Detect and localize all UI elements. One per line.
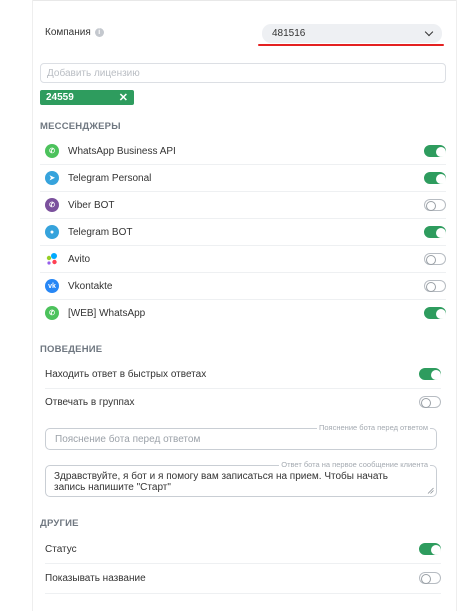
- divider: [40, 191, 446, 192]
- divider: [40, 218, 446, 219]
- divider: [45, 388, 441, 389]
- explanation-field[interactable]: Пояснение бота перед ответом Пояснение б…: [45, 423, 437, 450]
- messenger-toggle[interactable]: [424, 172, 446, 184]
- divider: [40, 272, 446, 273]
- panel-left-border: [32, 0, 33, 611]
- company-select-value: 481516: [272, 28, 306, 39]
- section-title-messengers: МЕССЕНДЖЕРЫ: [40, 121, 121, 132]
- whatsapp-icon: ✆: [45, 144, 59, 158]
- messenger-label: Telegram Personal: [68, 172, 152, 184]
- company-select[interactable]: 481516: [262, 24, 442, 43]
- messenger-row-telegram-bot: ● Telegram BOT: [40, 225, 446, 239]
- messenger-label: WhatsApp Business API: [68, 145, 176, 157]
- whatsapp-icon: ✆: [45, 306, 59, 320]
- vk-icon: vk: [45, 279, 59, 293]
- divider: [40, 245, 446, 246]
- reply-groups-toggle[interactable]: [419, 396, 441, 408]
- show-name-row: Показывать название: [45, 572, 441, 584]
- divider: [45, 593, 441, 594]
- messenger-row-web-whatsapp: ✆ [WEB] WhatsApp: [40, 306, 446, 320]
- close-icon[interactable]: ✕: [119, 91, 128, 104]
- panel-right-border: [456, 0, 457, 611]
- resize-handle-icon[interactable]: [427, 487, 434, 494]
- status-toggle[interactable]: [419, 543, 441, 555]
- messenger-row-avito: Avito: [40, 252, 446, 266]
- reply-groups-row: Отвечать в группах: [45, 396, 441, 408]
- messenger-row-whatsapp-business: ✆ WhatsApp Business API: [40, 144, 446, 158]
- red-underline-annotation: [258, 44, 444, 46]
- messenger-label: Vkontakte: [68, 280, 113, 292]
- messenger-label: [WEB] WhatsApp: [68, 307, 146, 319]
- find-answer-label: Находить ответ в быстрых ответах: [45, 368, 207, 380]
- status-label: Статус: [45, 543, 77, 555]
- license-tag-text: 24559: [46, 92, 74, 103]
- telegram-icon: ➤: [45, 171, 59, 185]
- messenger-toggle[interactable]: [424, 280, 446, 292]
- messenger-row-telegram-personal: ➤ Telegram Personal: [40, 171, 446, 185]
- find-answer-row: Находить ответ в быстрых ответах: [45, 368, 441, 380]
- messenger-row-viber-bot: ✆ Viber BOT: [40, 198, 446, 212]
- messenger-row-vkontakte: vk Vkontakte: [40, 279, 446, 293]
- messenger-toggle[interactable]: [424, 145, 446, 157]
- section-title-other: ДРУГИЕ: [40, 518, 79, 529]
- first-message-field[interactable]: Ответ бота на первое сообщение клиента З…: [45, 460, 437, 497]
- divider: [45, 563, 441, 564]
- status-row: Статус: [45, 543, 441, 555]
- license-tag: 24559 ✕: [40, 90, 134, 105]
- first-message-text: Здравствуйте, я бот и я помогу вам запис…: [54, 471, 388, 493]
- divider: [40, 164, 446, 165]
- first-message-legend: Ответ бота на первое сообщение клиента: [279, 460, 430, 469]
- info-icon[interactable]: i: [94, 28, 104, 37]
- reply-groups-label: Отвечать в группах: [45, 396, 135, 408]
- messenger-label: Telegram BOT: [68, 226, 133, 238]
- avito-icon: [45, 252, 59, 266]
- explanation-legend: Пояснение бота перед ответом: [317, 423, 430, 432]
- show-name-label: Показывать название: [45, 572, 146, 584]
- company-row: Компания i: [45, 27, 104, 38]
- explanation-placeholder: Пояснение бота перед ответом: [55, 434, 201, 445]
- messenger-label: Viber BOT: [68, 199, 115, 211]
- viber-icon: ✆: [45, 198, 59, 212]
- messenger-toggle[interactable]: [424, 307, 446, 319]
- messenger-toggle[interactable]: [424, 199, 446, 211]
- divider: [40, 299, 446, 300]
- messenger-toggle[interactable]: [424, 253, 446, 265]
- company-label: Компания: [45, 27, 91, 38]
- find-answer-toggle[interactable]: [419, 368, 441, 380]
- section-title-behavior: ПОВЕДЕНИЕ: [40, 344, 103, 355]
- messenger-toggle[interactable]: [424, 226, 446, 238]
- chevron-down-icon: [424, 27, 434, 37]
- telegram-bot-icon: ●: [45, 225, 59, 239]
- license-input[interactable]: [40, 63, 446, 83]
- panel-top-border: [32, 0, 457, 3]
- messenger-label: Avito: [68, 253, 91, 265]
- show-name-toggle[interactable]: [419, 572, 441, 584]
